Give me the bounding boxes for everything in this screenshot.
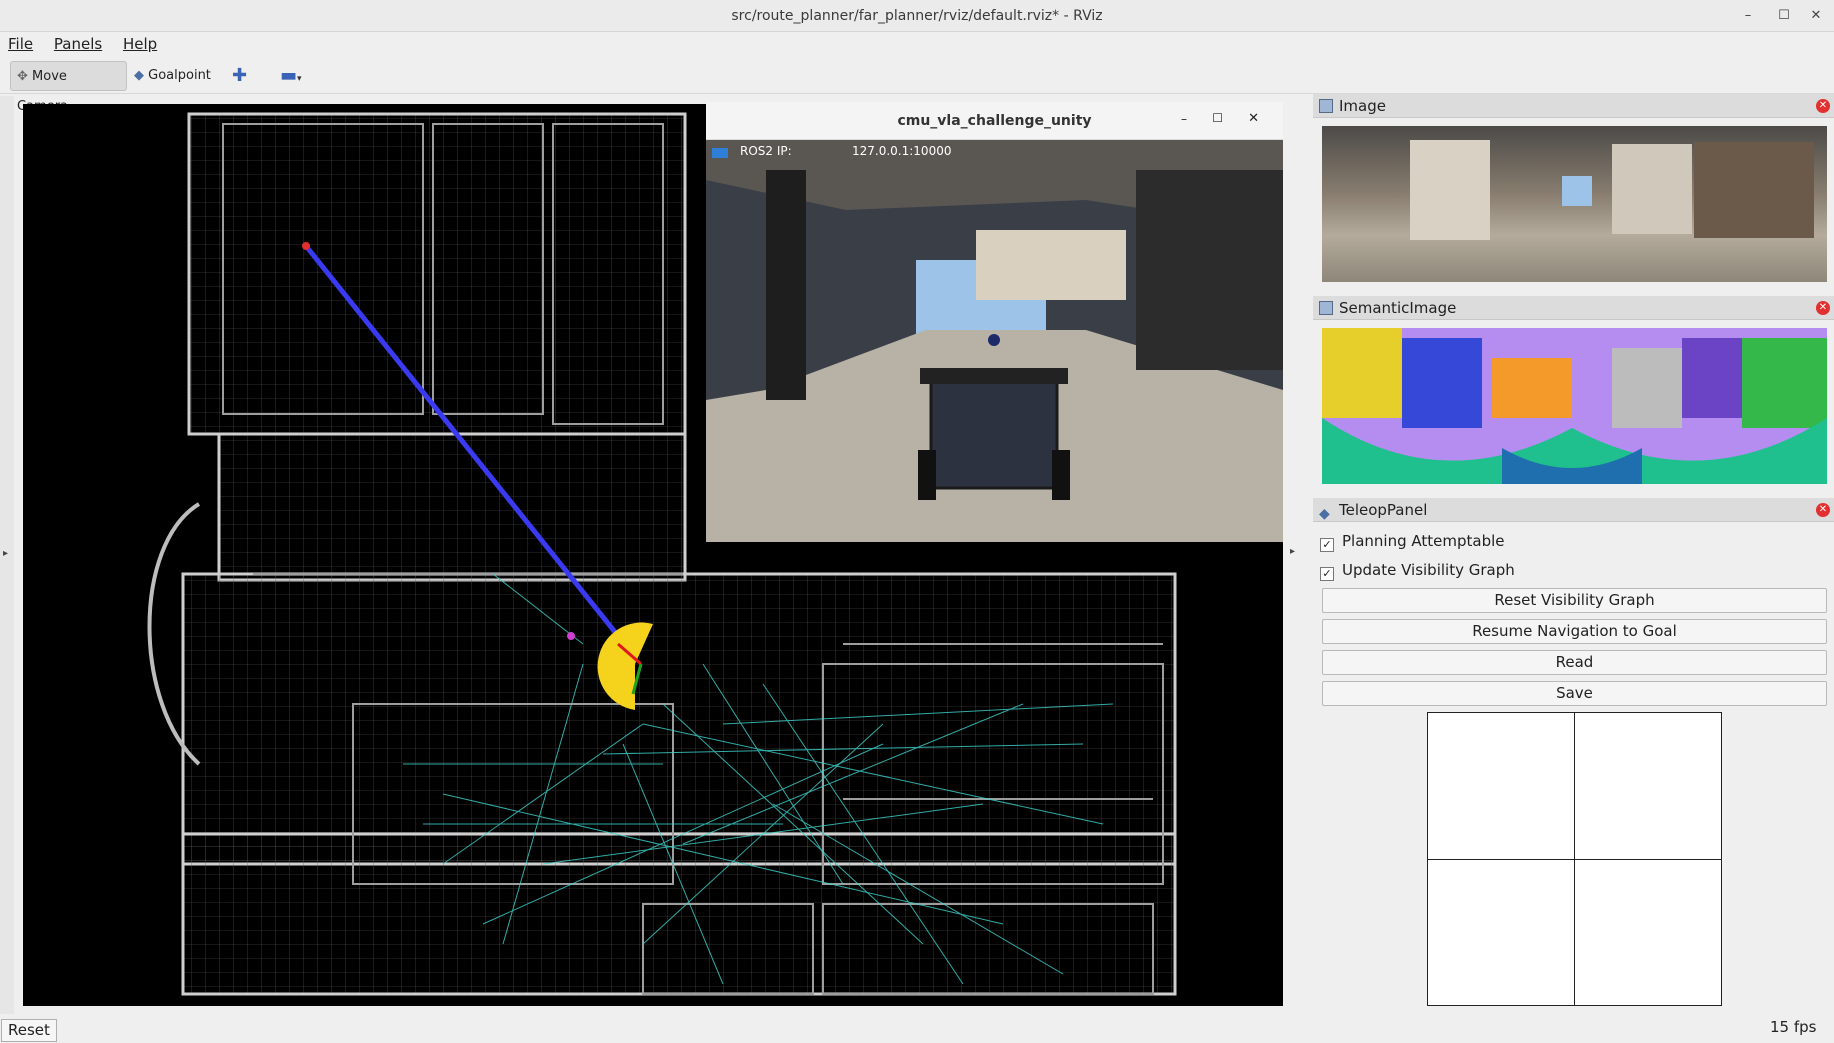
menu-panels[interactable]: Panels — [46, 32, 110, 53]
teleop-panel-close-icon[interactable]: ✕ — [1816, 503, 1830, 517]
update-visibility-graph-checkbox[interactable]: ✓ Update Visibility Graph — [1320, 560, 1515, 581]
image-panel-close-icon[interactable]: ✕ — [1816, 99, 1830, 113]
planning-attemptable-label: Planning Attemptable — [1342, 532, 1505, 550]
teleop-panel-icon: ◆ — [1319, 506, 1330, 522]
semantic-panel-icon — [1319, 301, 1333, 315]
image-panel-header[interactable]: Image ✕ — [1313, 94, 1834, 118]
waypoint-marker — [567, 632, 575, 640]
image-panel-view — [1322, 126, 1827, 282]
read-button[interactable]: Read — [1322, 650, 1827, 675]
goal-marker — [302, 242, 310, 250]
menu-bar: File Panels Help — [0, 32, 1834, 56]
semantic-image — [1322, 328, 1827, 484]
move-camera-tool[interactable]: ✥ Move Camera — [10, 61, 127, 114]
ros-ip-label: ROS2 IP: — [740, 144, 792, 158]
expand-left-icon[interactable]: ▸ — [3, 548, 8, 559]
planning-attemptable-checkbox[interactable]: ✓ Planning Attemptable — [1320, 531, 1505, 552]
reset-button[interactable]: Reset — [1, 1019, 57, 1042]
checkbox-icon[interactable]: ✓ — [1320, 538, 1334, 552]
semantic-panel-view — [1322, 328, 1827, 484]
left-dock-strip[interactable]: ▸ — [0, 96, 14, 1014]
plus-icon[interactable]: ✚ — [226, 61, 253, 91]
expand-right-icon[interactable]: ▸ — [1290, 540, 1295, 558]
save-button[interactable]: Save — [1322, 681, 1827, 706]
semantic-panel-header[interactable]: SemanticImage ✕ — [1313, 296, 1834, 320]
close-button[interactable]: ✕ — [1798, 0, 1834, 32]
unity-title-text: cmu_vla_challenge_unity — [897, 113, 1092, 129]
teleop-panel-title: TeleopPanel — [1339, 501, 1428, 519]
image-panel-icon — [1319, 99, 1333, 113]
status-bar — [0, 1017, 1834, 1043]
unity-minimize-button[interactable]: – — [1181, 112, 1187, 126]
teleop-joystick-pad[interactable] — [1427, 712, 1722, 1006]
teleop-panel-header[interactable]: ◆ TeleopPanel ✕ — [1313, 498, 1834, 522]
window-title: src/route_planner/far_planner/rviz/defau… — [731, 8, 1103, 24]
checkbox-icon[interactable]: ✓ — [1320, 567, 1334, 581]
semantic-panel-close-icon[interactable]: ✕ — [1816, 301, 1830, 315]
ros-ip-value: 127.0.0.1:10000 — [852, 144, 952, 158]
unity-camera-view — [706, 140, 1283, 542]
move-camera-icon: ✥ — [17, 69, 28, 84]
panorama-image — [1410, 140, 1814, 240]
reset-visibility-graph-button[interactable]: Reset Visibility Graph — [1322, 588, 1827, 613]
goalpoint-label: Goalpoint — [148, 68, 211, 83]
unity-window[interactable]: cmu_vla_challenge_unity – ☐ ✕ ROS2 IP: 1… — [706, 102, 1283, 542]
resume-navigation-button[interactable]: Resume Navigation to Goal — [1322, 619, 1827, 644]
fps-indicator: 15 fps — [1770, 1018, 1817, 1036]
unity-close-button[interactable]: ✕ — [1248, 111, 1259, 126]
maximize-button[interactable]: ☐ — [1766, 0, 1802, 32]
ros-icon — [712, 148, 728, 158]
menu-help[interactable]: Help — [115, 32, 165, 53]
minus-icon[interactable]: ▬▾ — [274, 61, 308, 91]
menu-file[interactable]: File — [0, 32, 41, 53]
update-visibility-graph-label: Update Visibility Graph — [1342, 561, 1515, 579]
goalpoint-tool[interactable]: ◆ Goalpoint — [128, 61, 217, 91]
joystick-horizontal-axis — [1428, 859, 1721, 860]
semantic-panel-title: SemanticImage — [1339, 299, 1457, 317]
unity-window-title[interactable]: cmu_vla_challenge_unity — [706, 102, 1283, 140]
minimize-button[interactable]: – — [1730, 0, 1766, 32]
goalpoint-icon: ◆ — [134, 68, 144, 83]
window-title-bar: src/route_planner/far_planner/rviz/defau… — [0, 0, 1834, 32]
image-panel-title: Image — [1339, 97, 1386, 115]
unity-maximize-button[interactable]: ☐ — [1212, 111, 1223, 125]
